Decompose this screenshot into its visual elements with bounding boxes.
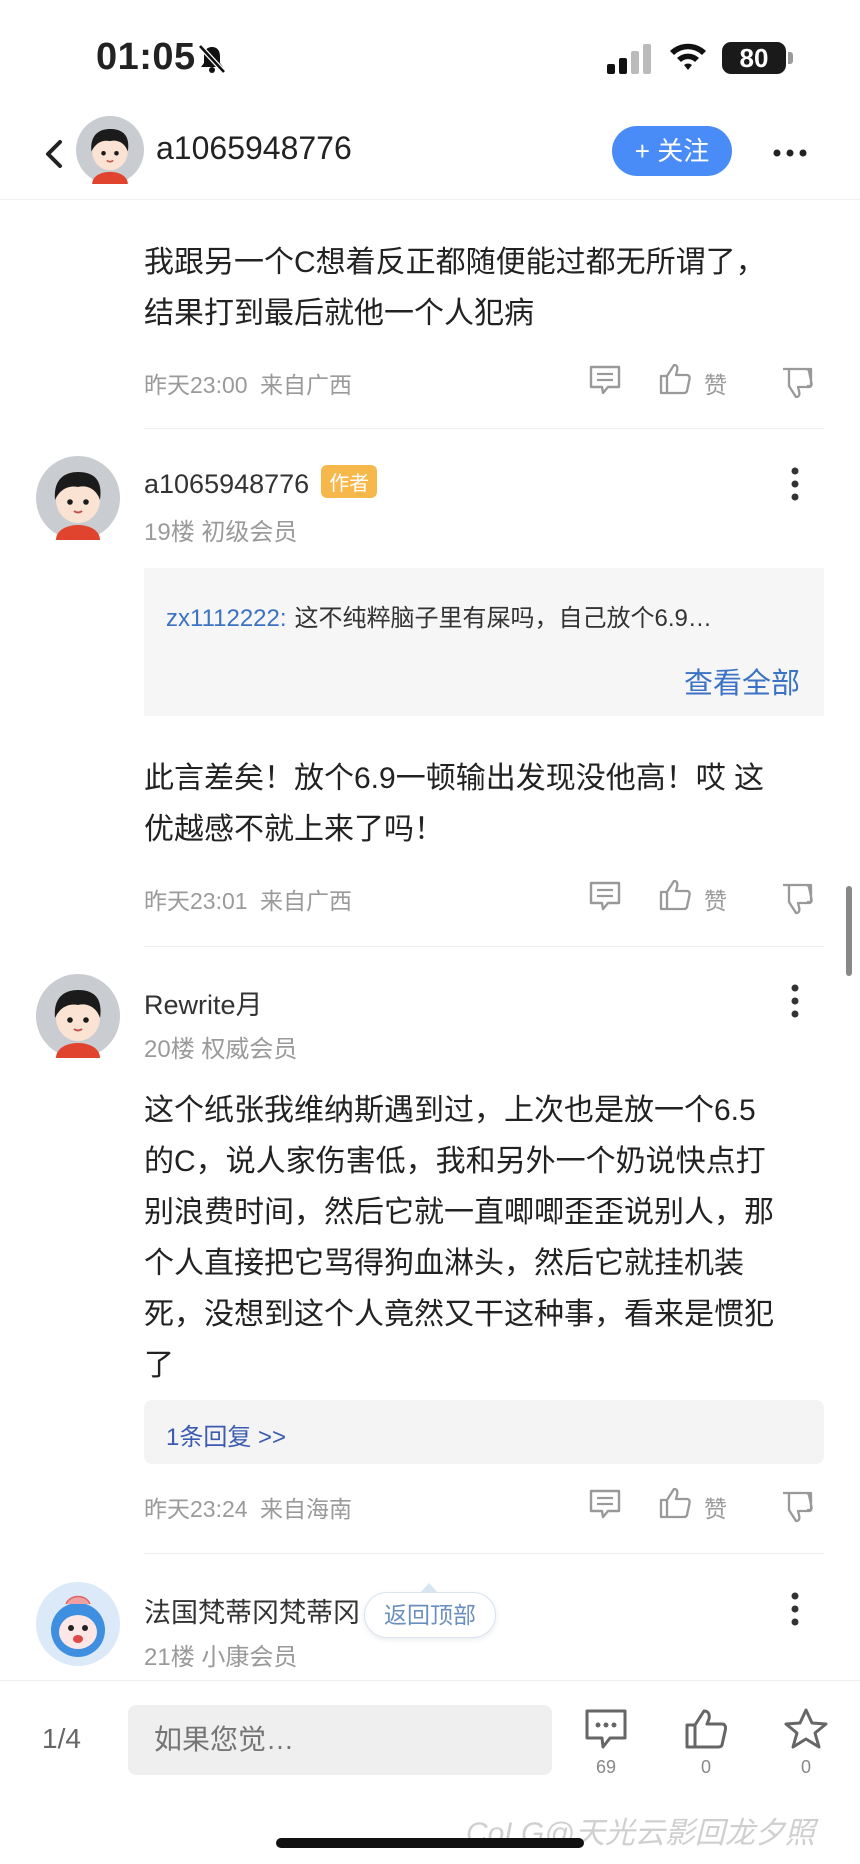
thumbs-down-icon[interactable]	[780, 366, 814, 400]
page-indicator[interactable]: 1/4	[42, 1723, 81, 1755]
thumbs-up-icon[interactable]	[658, 1486, 692, 1520]
post-text: 我跟另一个C想着反正都随便能过都无所谓了， 结果打到最后就他一个人犯病	[144, 237, 824, 339]
thumbs-down-icon[interactable]	[780, 1490, 814, 1524]
thumbs-down-icon[interactable]	[780, 882, 814, 916]
more-options-icon[interactable]	[770, 138, 810, 168]
member-level: 权威会员	[201, 1036, 298, 1063]
comment-bubble-icon	[585, 1709, 627, 1749]
post-time: 昨天23:00	[144, 372, 248, 398]
comment-username[interactable]: a1065948776 作者	[144, 465, 378, 500]
comment-username[interactable]: 法国梵蒂冈梵蒂冈	[144, 1591, 360, 1630]
post-actions: 赞	[588, 876, 816, 916]
status-time: 01:05	[96, 36, 196, 78]
comment-more-icon[interactable]	[782, 464, 808, 504]
post-text: 这个纸张我维纳斯遇到过，上次也是放一个6.5 的C，说人家伤害低，我和另外一个奶…	[144, 1085, 824, 1391]
likes-count: 0	[700, 1757, 711, 1777]
battery-indicator: 80	[722, 42, 786, 74]
comment-icon[interactable]	[588, 364, 622, 396]
thumbs-up-icon[interactable]	[658, 878, 692, 912]
quoted-text: 这不纯粹脑子里有屎吗，自己放个6.9…	[294, 605, 712, 632]
floor-number: 19楼	[144, 519, 195, 546]
status-bar: 01:05 80	[0, 0, 860, 110]
reply-input[interactable]	[128, 1705, 552, 1775]
member-level: 小康会员	[201, 1644, 298, 1671]
post-text-line: 我跟另一个C想着反正都随便能过都无所谓了，	[144, 246, 766, 279]
bell-muted-icon	[198, 44, 226, 74]
author-badge: 作者	[321, 465, 378, 498]
divider	[144, 428, 824, 429]
favorite-button[interactable]: 0	[778, 1707, 834, 1778]
post-text-line: 别浪费时间，然后它就一直唧唧歪歪说别人，那	[144, 1196, 774, 1229]
comment-username[interactable]: Rewrite月	[144, 983, 263, 1022]
post-time: 昨天23:24	[144, 1496, 248, 1522]
post-text-line: 了	[144, 1349, 174, 1382]
post-location: 来自广西	[259, 888, 352, 914]
member-level: 初级会员	[201, 519, 298, 546]
post-location: 来自广西	[259, 372, 352, 398]
thumbs-up-icon	[685, 1709, 728, 1749]
like-button[interactable]: 0	[678, 1707, 734, 1778]
thumbs-up-icon[interactable]	[658, 362, 692, 396]
post-meta: 昨天23:01 来自广西	[144, 882, 358, 916]
cellular-signal-icon	[607, 44, 651, 74]
floor-number: 21楼	[144, 1644, 195, 1671]
post-text: 此言差矣！放个6.9一顿输出发现没他高！哎 这 优越感不就上来了吗！	[144, 753, 824, 855]
username-text[interactable]: a1065948776	[144, 469, 309, 499]
avatar[interactable]	[36, 974, 120, 1058]
post-text-line: 个人直接把它骂得狗血淋头，然后它就挂机装	[144, 1247, 744, 1280]
post-time: 昨天23:01	[144, 888, 248, 914]
comments-button[interactable]: 69	[578, 1707, 634, 1778]
quoted-user[interactable]: zx1112222:	[166, 605, 287, 632]
comment-more-icon[interactable]	[782, 1589, 808, 1629]
back-to-top-label[interactable]: 返回顶部	[384, 1602, 476, 1628]
quoted-reply[interactable]: zx1112222: 这不纯粹脑子里有屎吗，自己放个6.9… 查看全部	[144, 568, 824, 716]
like-label[interactable]: 赞	[704, 1490, 727, 1524]
comment-floor-info: 21楼 小康会员	[144, 1637, 297, 1672]
battery-cap	[788, 52, 793, 64]
post-location: 来自海南	[259, 1496, 352, 1522]
post-actions: 赞	[588, 1484, 816, 1524]
back-to-top-caret	[420, 1583, 438, 1593]
avatar[interactable]	[76, 116, 144, 184]
follow-button[interactable]: + 关注	[612, 126, 732, 176]
divider	[144, 1553, 824, 1554]
floor-number: 20楼	[144, 1036, 195, 1063]
like-label[interactable]: 赞	[704, 366, 727, 400]
header-username[interactable]: a1065948776	[156, 130, 352, 167]
comment-icon[interactable]	[588, 1488, 622, 1520]
post-text-line: 此言差矣！放个6.9一顿输出发现没他高！哎 这	[144, 762, 765, 795]
back-arrow-icon[interactable]	[40, 134, 70, 174]
post-text-line: 的C，说人家伤害低，我和另外一个奶说快点打	[144, 1145, 766, 1178]
quoted-text-line: zx1112222: 这不纯粹脑子里有屎吗，自己放个6.9…	[166, 598, 806, 633]
post-text-line: 结果打到最后就他一个人犯病	[144, 297, 534, 330]
comment-more-icon[interactable]	[782, 981, 808, 1021]
post-text-line: 优越感不就上来了吗！	[144, 813, 444, 846]
wifi-icon	[670, 43, 706, 70]
thread-header: a1065948776 + 关注	[0, 110, 860, 200]
favorites-count: 0	[800, 1757, 811, 1777]
view-all-link[interactable]: 查看全部	[684, 660, 800, 702]
post-actions: 赞	[588, 360, 816, 400]
reply-count[interactable]: 1条回复 >>	[166, 1417, 286, 1452]
post-meta: 昨天23:00 来自广西	[144, 366, 358, 400]
back-to-top-button[interactable]: 返回顶部	[364, 1583, 496, 1638]
avatar[interactable]	[36, 1582, 120, 1666]
post-text-line: 这个纸张我维纳斯遇到过，上次也是放一个6.5	[144, 1094, 756, 1127]
replies-link[interactable]: 1条回复 >>	[144, 1400, 824, 1464]
comment-floor-info: 20楼 权威会员	[144, 1029, 297, 1064]
scrollbar-thumb[interactable]	[846, 886, 852, 976]
comments-count: 69	[595, 1757, 617, 1777]
like-label[interactable]: 赞	[704, 882, 727, 916]
avatar[interactable]	[36, 456, 120, 540]
comment-icon[interactable]	[588, 880, 622, 912]
post-text-line: 死，没想到这个人竟然又干这种事，看来是惯犯	[144, 1298, 774, 1331]
divider	[144, 946, 824, 947]
comment-floor-info: 19楼 初级会员	[144, 512, 297, 547]
star-icon	[784, 1708, 828, 1749]
post-meta: 昨天23:24 来自海南	[144, 1490, 358, 1524]
home-indicator[interactable]	[276, 1838, 584, 1848]
